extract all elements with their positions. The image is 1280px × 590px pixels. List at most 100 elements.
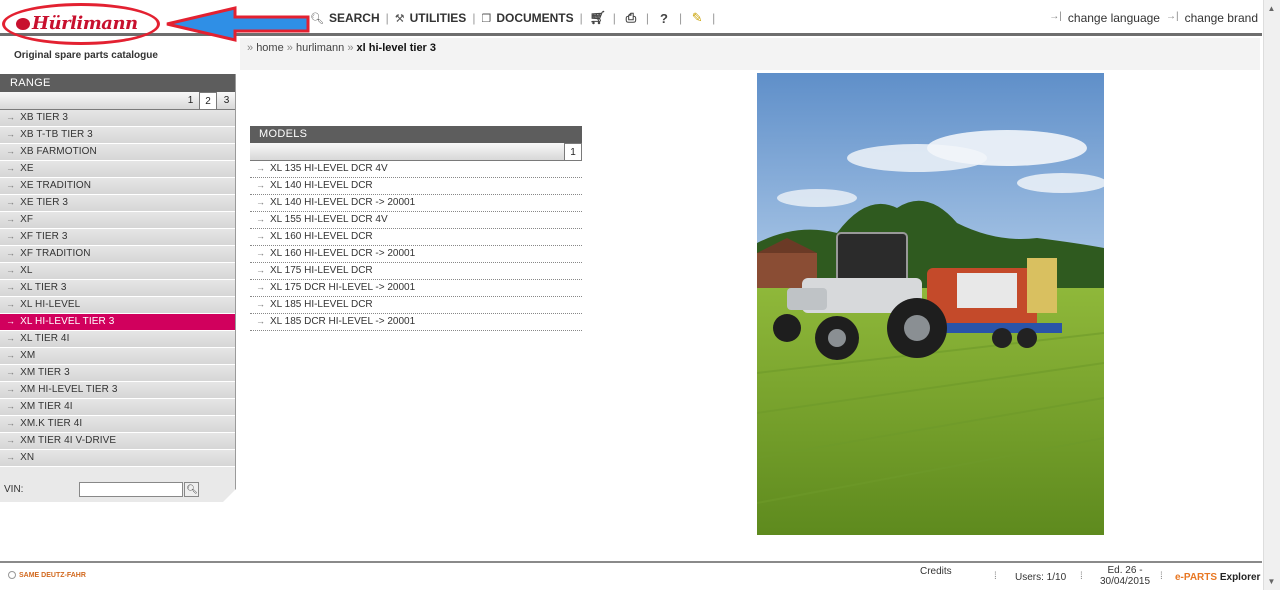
range-page-2[interactable]: 2 — [199, 92, 217, 109]
model-item[interactable]: → XL 140 HI-LEVEL DCR -> 20001 — [250, 195, 582, 212]
range-item-label: XL TIER 4I — [20, 333, 70, 344]
range-item[interactable]: → XF TRADITION — [0, 246, 235, 263]
range-item[interactable]: → XB FARMOTION — [0, 144, 235, 161]
models-page-1[interactable]: 1 — [564, 143, 582, 160]
range-item-label: XB T-TB TIER 3 — [20, 129, 93, 140]
range-item[interactable]: → XM TIER 4I V-DRIVE — [0, 433, 235, 450]
eparts-explorer: Explorer — [1219, 572, 1261, 583]
scroll-down-icon[interactable]: ▼ — [1263, 573, 1280, 590]
model-item[interactable]: → XL 185 HI-LEVEL DCR — [250, 297, 582, 314]
tractor-photo — [757, 73, 1104, 535]
breadcrumb-brand[interactable]: hurlimann — [296, 42, 344, 54]
range-item[interactable]: → XL HI-LEVEL — [0, 297, 235, 314]
range-item-label: XF TRADITION — [20, 248, 91, 259]
vin-label: VIN: — [4, 484, 24, 495]
model-item[interactable]: → XL 175 HI-LEVEL DCR — [250, 263, 582, 280]
item-arrow-icon: → — [6, 112, 16, 122]
print-icon[interactable]: ⎙ — [622, 10, 640, 26]
nav-separator: | — [712, 11, 716, 25]
range-item[interactable]: → XL HI-LEVEL TIER 3 — [0, 314, 235, 331]
range-item-label: XN — [20, 452, 35, 463]
item-arrow-icon: → — [256, 248, 265, 258]
cart-icon[interactable]: 🛒︎ — [589, 10, 607, 26]
model-item-label: XL 160 HI-LEVEL DCR — [270, 231, 373, 242]
range-item[interactable]: → XB T-TB TIER 3 — [0, 127, 235, 144]
range-page-3[interactable]: 3 — [217, 92, 235, 109]
documents-icon: ❐ — [481, 12, 492, 25]
model-item[interactable]: → XL 155 HI-LEVEL DCR 4V — [250, 212, 582, 229]
breadcrumb-separator: » — [286, 42, 293, 54]
item-arrow-icon: → — [256, 282, 265, 292]
range-item[interactable]: → XM — [0, 348, 235, 365]
range-item[interactable]: → XB TIER 3 — [0, 110, 235, 127]
range-page-1[interactable]: 1 — [181, 92, 199, 109]
link-arrow-icon: →| — [1165, 11, 1179, 22]
range-item[interactable]: → XL TIER 4I — [0, 331, 235, 348]
range-item-label: XL — [20, 265, 33, 276]
range-item-label: XM — [20, 350, 36, 361]
logo-mark-icon — [16, 18, 30, 30]
range-item[interactable]: → XL TIER 3 — [0, 280, 235, 297]
range-item-label: XL HI-LEVEL TIER 3 — [20, 316, 115, 327]
edition-info: Ed. 26 - 30/04/2015 — [1100, 565, 1150, 587]
range-item[interactable]: → XE TIER 3 — [0, 195, 235, 212]
brand-logo[interactable]: Hürlimann — [2, 3, 160, 45]
logo-text: Hürlimann — [16, 13, 138, 34]
range-item[interactable]: → XF TIER 3 — [0, 229, 235, 246]
footer-separator: ⁞ — [1160, 571, 1163, 582]
magnifier-icon: 🔍︎ — [186, 484, 198, 494]
eparts-parts: PARTS — [1183, 572, 1218, 583]
app-window: Hürlimann 🔍︎ SEARCH | ⚒ UTILITIES | ❐ DO… — [0, 0, 1280, 590]
nav-utilities[interactable]: ⚒ UTILITIES — [395, 11, 467, 25]
help-icon[interactable]: ? — [655, 10, 673, 26]
item-arrow-icon: → — [256, 163, 265, 173]
scroll-up-icon[interactable]: ▲ — [1263, 0, 1280, 17]
breadcrumb-home[interactable]: home — [256, 42, 284, 54]
model-item-label: XL 135 HI-LEVEL DCR 4V — [270, 163, 388, 174]
range-item[interactable]: → XL — [0, 263, 235, 280]
models-pager: 1 — [250, 143, 582, 161]
users-count: Users: 1/10 — [1015, 572, 1067, 583]
nav-separator: | — [612, 11, 616, 25]
range-item[interactable]: → XN — [0, 450, 235, 467]
model-item-label: XL 140 HI-LEVEL DCR -> 20001 — [270, 197, 416, 208]
nav-documents-label: DOCUMENTS — [496, 11, 574, 25]
model-item[interactable]: → XL 175 DCR HI-LEVEL -> 20001 — [250, 280, 582, 297]
model-item[interactable]: → XL 185 DCR HI-LEVEL -> 20001 — [250, 314, 582, 331]
model-item[interactable]: → XL 135 HI-LEVEL DCR 4V — [250, 161, 582, 178]
model-item[interactable]: → XL 160 HI-LEVEL DCR -> 20001 — [250, 246, 582, 263]
item-arrow-icon: → — [6, 316, 16, 326]
change-brand-link[interactable]: change brand — [1185, 11, 1258, 25]
search-icon: 🔍︎ — [310, 12, 324, 25]
company-logo-icon — [8, 571, 16, 579]
vin-search-button[interactable]: 🔍︎ — [184, 482, 200, 497]
model-item[interactable]: → XL 160 HI-LEVEL DCR — [250, 229, 582, 246]
nav-separator: | — [579, 11, 583, 25]
change-language-link[interactable]: change language — [1068, 11, 1160, 25]
range-item[interactable]: → XM HI-LEVEL TIER 3 — [0, 382, 235, 399]
vertical-scrollbar[interactable]: ▲ ▼ — [1263, 0, 1280, 590]
eparts-logo: e-PARTS Explorer — [1175, 572, 1260, 583]
nav-search[interactable]: 🔍︎ SEARCH — [310, 11, 380, 25]
model-item[interactable]: → XL 140 HI-LEVEL DCR — [250, 178, 582, 195]
nav-utilities-label: UTILITIES — [409, 11, 467, 25]
range-item[interactable]: → XM.K TIER 4I — [0, 416, 235, 433]
range-item[interactable]: → XE TRADITION — [0, 178, 235, 195]
range-item[interactable]: → XM TIER 3 — [0, 365, 235, 382]
range-item[interactable]: → XM TIER 4I — [0, 399, 235, 416]
link-arrow-icon: →| — [1049, 11, 1062, 22]
range-item[interactable]: → XE — [0, 161, 235, 178]
nav-documents[interactable]: ❐ DOCUMENTS — [481, 11, 573, 25]
notes-icon[interactable]: ✎ — [688, 10, 706, 26]
item-arrow-icon: → — [6, 282, 16, 292]
item-arrow-icon: → — [256, 299, 265, 309]
item-arrow-icon: → — [6, 265, 16, 275]
item-arrow-icon: → — [6, 367, 16, 377]
item-arrow-icon: → — [6, 384, 16, 394]
vin-input[interactable] — [79, 482, 184, 497]
credits-link[interactable]: Credits — [920, 566, 952, 577]
range-sidebar: RANGE 1 2 3 → XB TIER 3 → XB T-TB TIER 3 → XB… — [0, 74, 236, 503]
range-item[interactable]: → XF — [0, 212, 235, 229]
nav-separator: | — [645, 11, 650, 25]
footer-separator: ⁞ — [994, 571, 997, 582]
